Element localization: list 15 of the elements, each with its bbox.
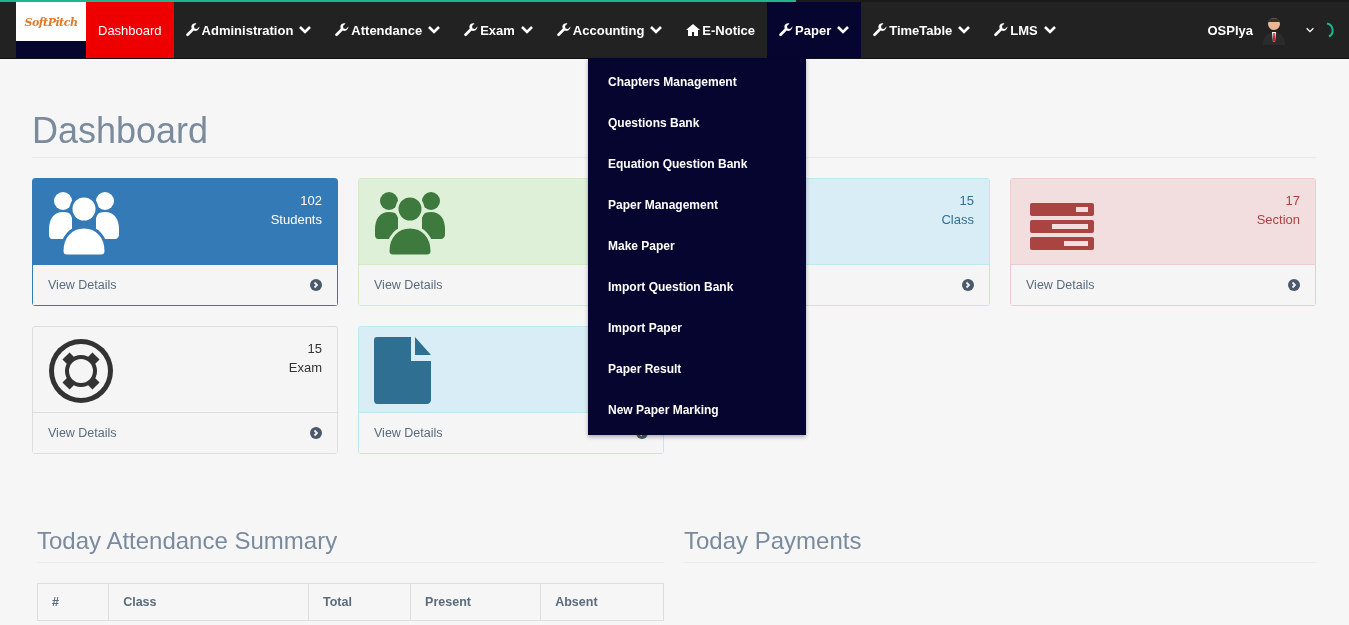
- stat-count: 15: [958, 192, 974, 210]
- stat-count: 17: [1284, 192, 1300, 210]
- column-header: Class: [108, 583, 309, 621]
- column-header: Absent: [540, 583, 664, 621]
- stat-label: Students: [270, 211, 322, 229]
- stat-count: 102: [299, 192, 322, 210]
- column-header: Total: [308, 583, 411, 621]
- stat-label: Exam: [288, 359, 322, 377]
- section-title: Today Payments: [684, 526, 1316, 563]
- stat-label: Section: [1256, 211, 1300, 229]
- stat-count: 15: [306, 340, 322, 358]
- stat-label: Class: [941, 211, 974, 229]
- column-header: #: [37, 583, 109, 621]
- column-header: Present: [410, 583, 541, 621]
- section-title: Today Attendance Summary: [37, 526, 664, 563]
